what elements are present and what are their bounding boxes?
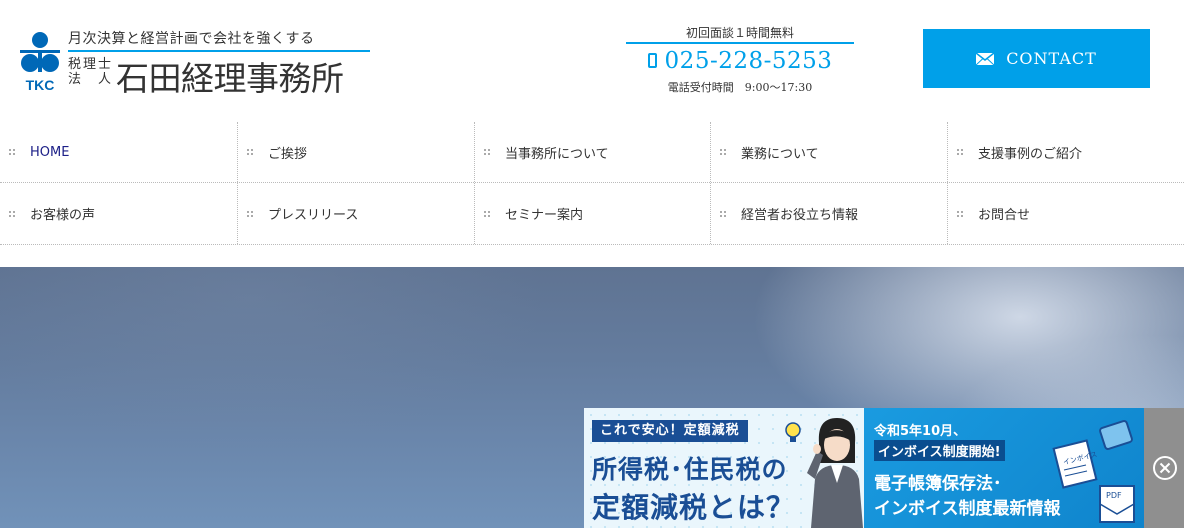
bullet-icon — [247, 149, 253, 155]
nav-item-press-release[interactable]: プレスリリース — [237, 183, 474, 244]
ad-invoice[interactable]: 令和5年10月、 インボイス制度開始! 電子帳簿保存法･ インボイス制度最新情報… — [864, 408, 1144, 528]
phone-number[interactable]: 025-228-5253 — [626, 48, 854, 74]
nav-item-label: プレスリリース — [268, 208, 359, 223]
corp-type-line1: 税理士 — [68, 57, 114, 72]
ad-title-line2: 定額減税とは？ — [592, 491, 796, 524]
site-header: TKC 月次決算と経営計画で会社を強くする 税理士 法 人 石田経理事務所 初回… — [0, 0, 1184, 122]
bullet-icon — [957, 149, 963, 155]
ad-invoice-line2: インボイス制度開始! — [874, 440, 1005, 461]
nav-item-inquiry[interactable]: お問合せ — [947, 183, 1184, 244]
logo-text: TKC — [26, 77, 55, 93]
ad-invoice-line4: インボイス制度最新情報 — [874, 499, 1061, 519]
phone-number-text: 025-228-5253 — [664, 48, 833, 74]
bullet-icon — [720, 210, 726, 217]
ad-banner[interactable]: これで安心！定額減税 所得税･住民税の 定額減税とは？ 令和5年10月、 インボ… — [584, 408, 1184, 528]
consult-divider — [626, 42, 854, 44]
businesswoman-illustration-icon — [807, 418, 863, 528]
bullet-icon — [484, 210, 490, 217]
nav-item-label: 当事務所について — [505, 146, 609, 162]
documents-illustration-icon: インボイス PDF — [1052, 419, 1135, 523]
ad-badge: これで安心！定額減税 — [592, 420, 748, 442]
ad-title-line1: 所得税･住民税の — [592, 455, 788, 484]
nav-item-about[interactable]: 当事務所について — [474, 122, 710, 182]
global-nav: HOME ご挨拶 当事務所について 業務について 支援事例のご紹介 お客様の声 … — [0, 122, 1184, 245]
bullet-icon — [247, 210, 253, 217]
ad-tax-reduction[interactable]: これで安心！定額減税 所得税･住民税の 定額減税とは？ — [584, 408, 864, 528]
nav-item-home[interactable]: HOME — [0, 122, 237, 182]
nav-item-label: 支援事例のご紹介 — [978, 146, 1083, 162]
bullet-icon — [9, 210, 15, 217]
phone-hours: 電話受付時間 9:00～17:30 — [667, 81, 813, 94]
doc-label: PDF — [1106, 491, 1122, 500]
nav-item-label: お客様の声 — [30, 208, 96, 223]
nav-item-label: お問合せ — [978, 208, 1031, 223]
nav-item-label: ご挨拶 — [268, 146, 308, 162]
phone-icon — [647, 52, 657, 68]
nav-item-label: HOME — [30, 144, 70, 160]
free-consultation-note: 初回面談１時間無料 — [685, 26, 794, 40]
nav-item-label: セミナー案内 — [505, 208, 584, 223]
ad-close-area — [1144, 408, 1184, 528]
tkc-logo-icon[interactable]: TKC — [18, 30, 62, 94]
nav-item-seminars[interactable]: セミナー案内 — [474, 183, 710, 244]
nav-item-testimonials[interactable]: お客様の声 — [0, 183, 237, 244]
site-title[interactable]: 石田経理事務所 — [116, 52, 344, 100]
corp-type-line2: 法 人 — [68, 72, 114, 87]
nav-item-label: 経営者お役立ち情報 — [741, 208, 859, 223]
bullet-icon — [9, 149, 15, 155]
contact-button[interactable]: CONTACT — [923, 29, 1150, 88]
corporation-type: 税理士 法 人 — [68, 57, 114, 87]
ad-invoice-line1: 令和5年10月、 — [874, 424, 967, 439]
nav-row-1: HOME ご挨拶 当事務所について 業務について 支援事例のご紹介 — [0, 122, 1184, 183]
site-tagline: 月次決算と経営計画で会社を強くする — [68, 31, 315, 47]
mail-icon — [976, 52, 995, 65]
bullet-icon — [957, 210, 963, 217]
bullet-icon — [720, 149, 726, 155]
nav-item-label: 業務について — [741, 146, 819, 162]
nav-row-2: お客様の声 プレスリリース セミナー案内 経営者お役立ち情報 お問合せ — [0, 183, 1184, 245]
close-icon[interactable] — [1152, 455, 1178, 481]
nav-item-greeting[interactable]: ご挨拶 — [237, 122, 474, 182]
nav-item-case-studies[interactable]: 支援事例のご紹介 — [947, 122, 1184, 182]
ad-invoice-line3: 電子帳簿保存法･ — [874, 474, 1002, 494]
bullet-icon — [484, 149, 490, 155]
nav-item-services[interactable]: 業務について — [710, 122, 947, 182]
nav-item-management-info[interactable]: 経営者お役立ち情報 — [710, 183, 947, 244]
contact-button-label: CONTACT — [1006, 49, 1097, 68]
